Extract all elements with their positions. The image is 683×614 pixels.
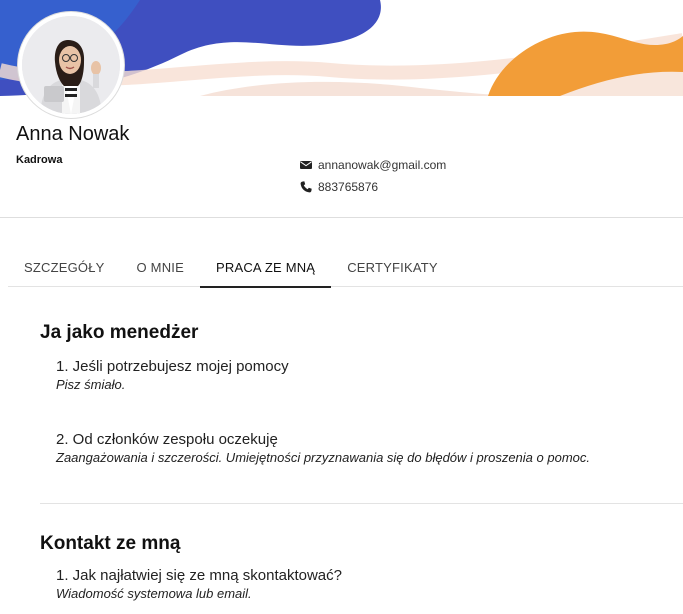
list-item: 1. Jeśli potrzebujesz mojej pomocy Pisz … [56,358,683,392]
phone-icon [300,181,312,193]
email-text[interactable]: annanowak@gmail.com [318,158,446,172]
email-row[interactable]: annanowak@gmail.com [300,154,446,176]
answer-text: Wiadomość systemowa lub email. [56,586,252,601]
avatar[interactable] [18,12,124,118]
answer-text: Pisz śmiało. [56,377,126,392]
question-text: 1. Jeśli potrzebujesz mojej pomocy [56,358,289,375]
answer-text: Zaangażowania i szczerości. Umiejętności… [56,450,590,465]
tab-o-mnie[interactable]: O MNIE [121,250,200,287]
phone-row[interactable]: 883765876 [300,176,446,198]
list-item: 2. Od członków zespołu oczekuję Zaangażo… [56,431,683,465]
contact-section: Kontakt ze mną 1. Jak najłatwiej się ze … [40,533,683,601]
manager-section: Ja jako menedżer 1. Jeśli potrzebujesz m… [40,322,683,465]
envelope-icon [300,159,312,171]
section-title: Ja jako menedżer [40,322,199,343]
profile-tabs: SZCZEGÓŁY O MNIE PRACA ZE MNĄ CERTYFIKAT… [8,250,683,288]
phone-text[interactable]: 883765876 [318,180,378,194]
tab-certyfikaty[interactable]: CERTYFIKATY [331,250,454,287]
profile-name: Anna Nowak [16,123,130,145]
header-divider [0,217,683,218]
contact-info: annanowak@gmail.com 883765876 [300,154,446,198]
tab-szczegoly[interactable]: SZCZEGÓŁY [8,250,121,287]
question-text: 1. Jak najłatwiej się ze mną skontaktowa… [56,567,342,584]
profile-role: Kadrowa [16,154,63,166]
question-text: 2. Od członków zespołu oczekuję [56,431,278,448]
tab-praca-ze-mna[interactable]: PRACA ZE MNĄ [199,250,332,288]
section-divider [40,503,683,504]
section-title: Kontakt ze mną [40,533,181,554]
list-item: 1. Jak najłatwiej się ze mną skontaktowa… [56,567,683,601]
